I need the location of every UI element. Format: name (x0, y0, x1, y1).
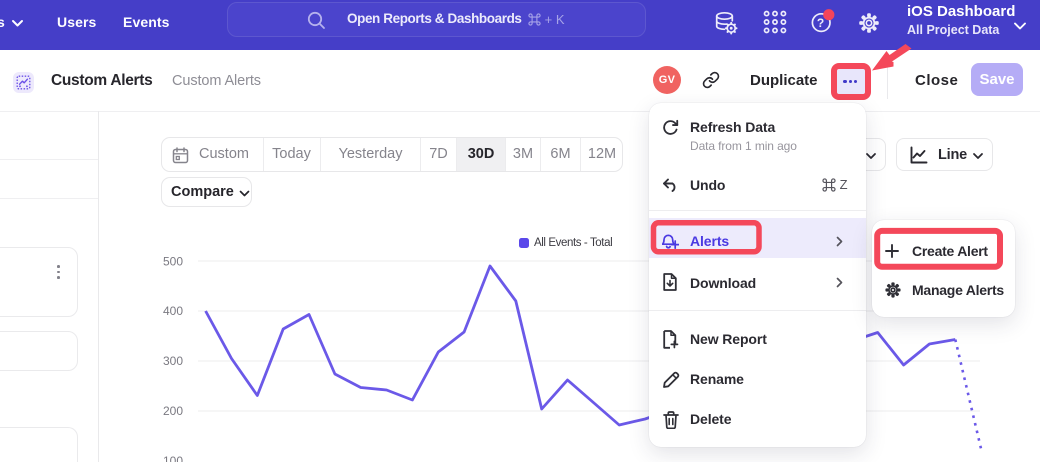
svg-text:100: 100 (163, 454, 183, 462)
svg-text:400: 400 (163, 304, 183, 318)
svg-text:500: 500 (163, 255, 183, 269)
svg-text:200: 200 (163, 404, 183, 418)
svg-text:?: ? (817, 16, 824, 30)
svg-text:300: 300 (163, 354, 183, 368)
